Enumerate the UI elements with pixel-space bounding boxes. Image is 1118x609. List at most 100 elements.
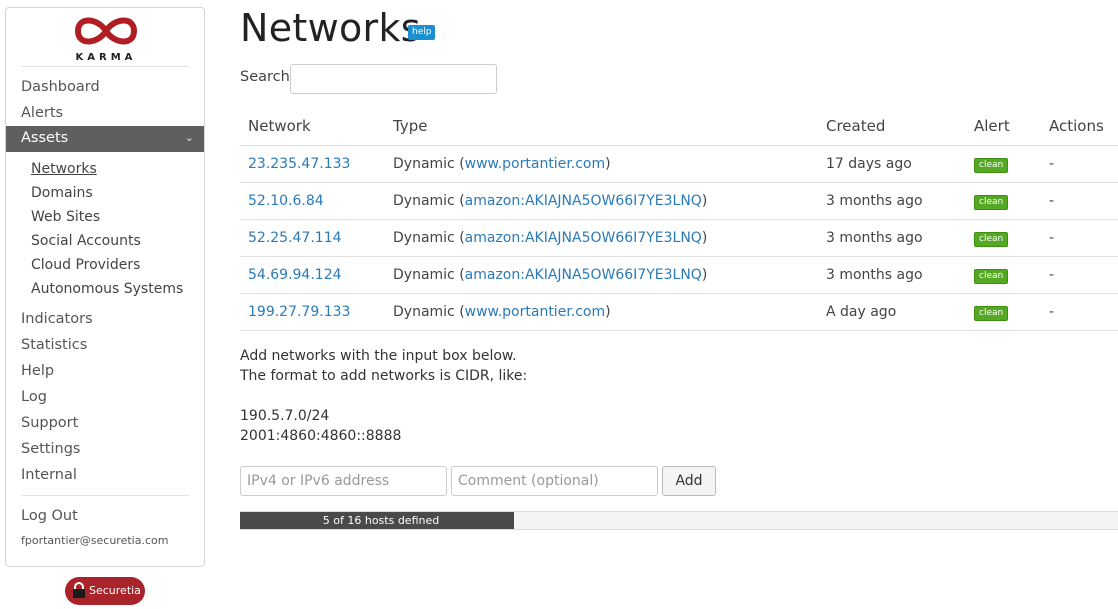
cell-actions: - [1041,182,1118,220]
type-suffix: ) [605,303,611,320]
nav-dashboard[interactable]: Dashboard [21,79,100,95]
cell-type: Dynamic (amazon:AKIAJNA5OW66I7YE3LNQ) [385,256,818,294]
cell-network: 52.10.6.84 [240,182,385,220]
cell-created: 17 days ago [818,145,966,183]
subnav-autonomous-systems[interactable]: Autonomous Systems [31,281,183,297]
subnav-social-accounts[interactable]: Social Accounts [31,233,141,249]
cell-alert: clean [966,182,1041,220]
type-suffix: ) [605,155,611,172]
column-header-alert[interactable]: Alert [966,108,1041,146]
networks-table: Network Type Created Alert Actions 23.23… [240,108,1118,331]
nav-internal[interactable]: Internal [21,467,77,483]
help-button[interactable]: help [408,25,436,40]
alert-status-badge: clean [974,268,1009,284]
table-row: 52.25.47.114 Dynamic (amazon:AKIAJNA5OW66… [240,219,1118,257]
nav-indicators[interactable]: Indicators [21,311,93,327]
cell-actions: - [1041,256,1118,294]
type-prefix: Dynamic ( [393,155,465,172]
cell-actions: - [1041,145,1118,183]
table-row: 199.27.79.133 Dynamic (www.portantier.com… [240,293,1118,331]
infinity-logo-icon [74,17,138,45]
type-source-link[interactable]: www.portantier.com [465,156,605,172]
karma-logo[interactable]: KARMA [66,12,146,68]
cell-alert: clean [966,256,1041,294]
cell-created: 3 months ago [818,182,966,220]
nav-alerts[interactable]: Alerts [21,105,63,121]
table-row: 52.10.6.84 Dynamic (amazon:AKIAJNA5OW66I7… [240,182,1118,220]
network-address-input[interactable] [240,466,447,496]
table-row: 23.235.47.133 Dynamic (www.portantier.com… [240,145,1118,183]
hosts-progress-bar: 5 of 16 hosts defined [240,511,1118,530]
type-prefix: Dynamic ( [393,266,465,283]
subnav-domains[interactable]: Domains [31,185,93,201]
cell-alert: clean [966,293,1041,331]
cell-type: Dynamic (amazon:AKIAJNA5OW66I7YE3LNQ) [385,219,818,257]
help-text-line1: Add networks with the input box below. [240,348,517,364]
alert-status-badge: clean [974,194,1009,210]
network-link[interactable]: 23.235.47.133 [248,156,350,172]
column-header-created[interactable]: Created [818,108,966,146]
user-email: fportantier@securetia.com [21,534,169,547]
column-header-network[interactable]: Network [240,108,385,146]
cell-network: 23.235.47.133 [240,145,385,183]
cidr-example-ipv4: 190.5.7.0/24 [240,408,330,424]
network-link[interactable]: 52.25.47.114 [248,230,342,246]
nav-help[interactable]: Help [21,363,54,379]
help-text-line2: The format to add networks is CIDR, like… [240,368,528,384]
table-header-row: Network Type Created Alert Actions [240,108,1118,146]
subnav-networks[interactable]: Networks [31,161,97,177]
nav-assets[interactable]: Assets ⌄ [6,126,204,152]
sidebar: KARMA Dashboard Alerts Assets ⌄ Networks… [5,7,205,567]
cell-network: 52.25.47.114 [240,219,385,257]
cidr-example-ipv6: 2001:4860:4860::8888 [240,428,402,444]
securetia-badge[interactable]: Securetia [65,577,145,605]
cell-network: 54.69.94.124 [240,256,385,294]
column-header-actions: Actions [1041,108,1118,146]
type-suffix: ) [701,266,708,283]
type-source-link[interactable]: amazon:AKIAJNA5OW66I7YE3LNQ [465,230,702,246]
type-suffix: ) [701,192,708,209]
cell-actions: - [1041,293,1118,331]
divider [21,495,189,496]
divider [21,66,189,67]
network-link[interactable]: 52.10.6.84 [248,193,324,209]
cell-type: Dynamic (amazon:AKIAJNA5OW66I7YE3LNQ) [385,182,818,220]
lock-icon [73,582,85,598]
search-label: Search: [240,69,295,85]
alert-status-badge: clean [974,231,1009,247]
table-row: 54.69.94.124 Dynamic (amazon:AKIAJNA5OW66… [240,256,1118,294]
cell-alert: clean [966,219,1041,257]
type-suffix: ) [701,229,708,246]
type-source-link[interactable]: amazon:AKIAJNA5OW66I7YE3LNQ [465,193,702,209]
nav-log[interactable]: Log [21,389,47,405]
nav-statistics[interactable]: Statistics [21,337,87,353]
cell-type: Dynamic (www.portantier.com) [385,145,818,183]
type-source-link[interactable]: www.portantier.com [465,304,605,320]
cell-actions: - [1041,219,1118,257]
column-header-type[interactable]: Type [385,108,818,146]
cell-created: A day ago [818,293,966,331]
cell-network: 199.27.79.133 [240,293,385,331]
search-input[interactable] [290,64,497,94]
network-comment-input[interactable] [451,466,658,496]
subnav-web-sites[interactable]: Web Sites [31,209,100,225]
cell-type: Dynamic (www.portantier.com) [385,293,818,331]
nav-support[interactable]: Support [21,415,78,431]
network-link[interactable]: 199.27.79.133 [248,304,350,320]
page-title: Networks [240,6,421,50]
nav-logout[interactable]: Log Out [21,508,78,524]
type-prefix: Dynamic ( [393,303,465,320]
alert-status-badge: clean [974,157,1009,173]
subnav-cloud-providers[interactable]: Cloud Providers [31,257,140,273]
add-network-button[interactable]: Add [662,466,716,496]
network-link[interactable]: 54.69.94.124 [248,267,342,283]
logo-text: KARMA [75,52,137,63]
brand-name: Securetia [89,584,141,597]
type-prefix: Dynamic ( [393,192,465,209]
cell-alert: clean [966,145,1041,183]
type-source-link[interactable]: amazon:AKIAJNA5OW66I7YE3LNQ [465,267,702,283]
nav-settings[interactable]: Settings [21,441,80,457]
chevron-down-icon: ⌄ [184,131,194,144]
nav-assets-label: Assets [21,130,69,146]
type-prefix: Dynamic ( [393,229,465,246]
